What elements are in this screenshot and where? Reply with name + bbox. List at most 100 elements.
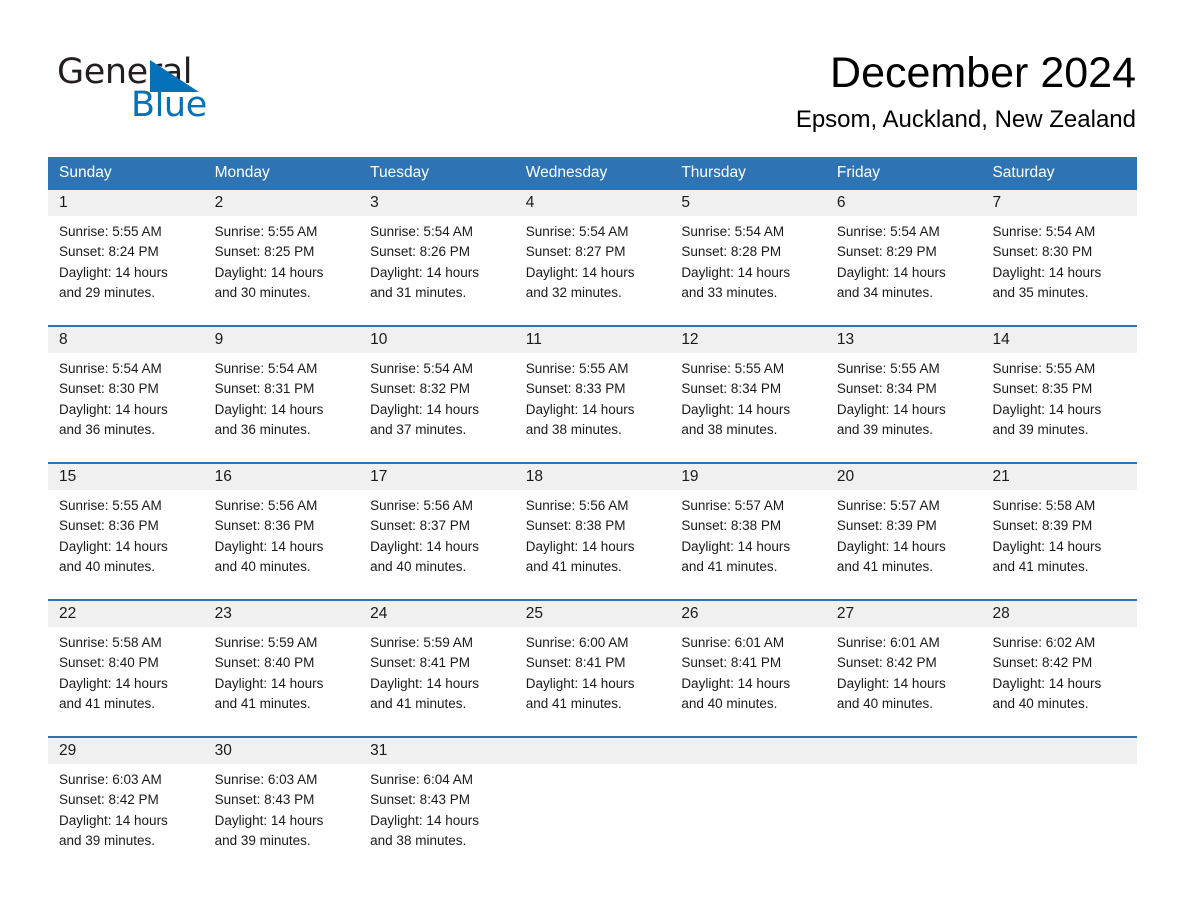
sunset-text: Sunset: 8:40 PM bbox=[214, 655, 315, 671]
day-number[interactable]: 8 bbox=[48, 327, 204, 353]
week-detail-band: Sunrise: 5:55 AM Sunset: 8:24 PM Dayligh… bbox=[48, 216, 1137, 325]
week-detail-band: Sunrise: 5:55 AM Sunset: 8:36 PM Dayligh… bbox=[48, 490, 1137, 599]
week-row: 8 9 10 11 12 13 14 Sunrise: 5:54 AM Suns… bbox=[48, 325, 1137, 462]
day-number[interactable]: 26 bbox=[670, 601, 826, 627]
sunset-text: Sunset: 8:34 PM bbox=[836, 381, 937, 397]
day-number[interactable]: 5 bbox=[670, 190, 826, 216]
daylight-text-line2: and 38 minutes. bbox=[370, 832, 467, 848]
sunset-text: Sunset: 8:42 PM bbox=[992, 655, 1093, 671]
sunrise-text: Sunrise: 5:56 AM bbox=[370, 498, 473, 513]
sunrise-text: Sunrise: 5:54 AM bbox=[525, 224, 629, 239]
day-number[interactable]: 3 bbox=[359, 190, 515, 216]
daylight-text-line2: and 41 minutes. bbox=[214, 695, 311, 711]
day-cell[interactable]: Sunrise: 5:54 AM Sunset: 8:26 PM Dayligh… bbox=[359, 216, 515, 325]
day-number[interactable]: 14 bbox=[981, 327, 1137, 353]
sunrise-text: Sunrise: 6:03 AM bbox=[59, 772, 162, 787]
day-number[interactable]: 7 bbox=[981, 190, 1137, 216]
day-number[interactable]: 23 bbox=[204, 601, 360, 627]
daylight-text-line1: Daylight: 14 hours bbox=[59, 812, 168, 828]
day-number[interactable]: 25 bbox=[515, 601, 671, 627]
day-number[interactable]: 1 bbox=[48, 190, 204, 216]
sunset-text: Sunset: 8:39 PM bbox=[836, 518, 937, 534]
day-number[interactable]: 6 bbox=[826, 190, 982, 216]
daylight-text-line2: and 36 minutes. bbox=[214, 421, 311, 437]
day-number[interactable]: 28 bbox=[981, 601, 1137, 627]
sunrise-text: Sunrise: 5:59 AM bbox=[214, 635, 318, 650]
day-cell[interactable]: Sunrise: 6:03 AM Sunset: 8:42 PM Dayligh… bbox=[48, 764, 204, 873]
day-cell[interactable]: Sunrise: 5:56 AM Sunset: 8:38 PM Dayligh… bbox=[515, 490, 671, 599]
sunrise-text: Sunrise: 5:54 AM bbox=[370, 224, 473, 239]
day-cell[interactable]: Sunrise: 6:01 AM Sunset: 8:42 PM Dayligh… bbox=[826, 627, 982, 736]
daylight-text-line2: and 31 minutes. bbox=[370, 284, 467, 300]
general-blue-logo[interactable]: General Blue bbox=[57, 52, 317, 130]
sunset-text: Sunset: 8:33 PM bbox=[525, 381, 626, 397]
day-cell[interactable]: Sunrise: 5:58 AM Sunset: 8:40 PM Dayligh… bbox=[48, 627, 204, 736]
day-number[interactable]: 2 bbox=[204, 190, 360, 216]
day-cell[interactable]: Sunrise: 5:54 AM Sunset: 8:28 PM Dayligh… bbox=[670, 216, 826, 325]
day-cell[interactable]: Sunrise: 5:55 AM Sunset: 8:34 PM Dayligh… bbox=[826, 353, 982, 462]
day-cell[interactable]: Sunrise: 5:55 AM Sunset: 8:34 PM Dayligh… bbox=[670, 353, 826, 462]
day-cell[interactable]: Sunrise: 6:04 AM Sunset: 8:43 PM Dayligh… bbox=[359, 764, 515, 873]
day-cell[interactable]: Sunrise: 5:54 AM Sunset: 8:30 PM Dayligh… bbox=[48, 353, 204, 462]
day-cell[interactable]: Sunrise: 5:57 AM Sunset: 8:38 PM Dayligh… bbox=[670, 490, 826, 599]
day-number[interactable]: 17 bbox=[359, 464, 515, 490]
week-detail-band: Sunrise: 5:58 AM Sunset: 8:40 PM Dayligh… bbox=[48, 627, 1137, 736]
day-number[interactable]: 13 bbox=[826, 327, 982, 353]
day-cell[interactable]: Sunrise: 5:59 AM Sunset: 8:41 PM Dayligh… bbox=[359, 627, 515, 736]
day-cell[interactable]: Sunrise: 6:03 AM Sunset: 8:43 PM Dayligh… bbox=[204, 764, 360, 873]
day-cell[interactable]: Sunrise: 5:54 AM Sunset: 8:30 PM Dayligh… bbox=[981, 216, 1137, 325]
sunset-text: Sunset: 8:25 PM bbox=[214, 244, 315, 260]
week-row: 15 16 17 18 19 20 21 Sunrise: 5:55 AM Su… bbox=[48, 462, 1137, 599]
sunset-text: Sunset: 8:38 PM bbox=[681, 518, 782, 534]
day-cell[interactable]: Sunrise: 6:01 AM Sunset: 8:41 PM Dayligh… bbox=[670, 627, 826, 736]
day-number[interactable]: 12 bbox=[670, 327, 826, 353]
day-cell[interactable]: Sunrise: 5:54 AM Sunset: 8:27 PM Dayligh… bbox=[515, 216, 671, 325]
day-cell[interactable]: Sunrise: 5:56 AM Sunset: 8:36 PM Dayligh… bbox=[204, 490, 360, 599]
day-cell[interactable]: Sunrise: 5:55 AM Sunset: 8:33 PM Dayligh… bbox=[515, 353, 671, 462]
day-number[interactable]: 31 bbox=[359, 738, 515, 764]
daylight-text-line2: and 40 minutes. bbox=[836, 695, 933, 711]
day-cell[interactable]: Sunrise: 5:55 AM Sunset: 8:35 PM Dayligh… bbox=[981, 353, 1137, 462]
sunset-text: Sunset: 8:43 PM bbox=[214, 792, 315, 808]
day-number[interactable]: 29 bbox=[48, 738, 204, 764]
day-cell[interactable]: Sunrise: 5:55 AM Sunset: 8:25 PM Dayligh… bbox=[204, 216, 360, 325]
daylight-text-line1: Daylight: 14 hours bbox=[992, 675, 1102, 691]
day-cell[interactable]: Sunrise: 5:55 AM Sunset: 8:24 PM Dayligh… bbox=[48, 216, 204, 325]
day-cell[interactable]: Sunrise: 5:54 AM Sunset: 8:31 PM Dayligh… bbox=[204, 353, 360, 462]
day-cell[interactable]: Sunrise: 5:59 AM Sunset: 8:40 PM Dayligh… bbox=[204, 627, 360, 736]
day-cell[interactable]: Sunrise: 5:58 AM Sunset: 8:39 PM Dayligh… bbox=[981, 490, 1137, 599]
day-number[interactable]: 10 bbox=[359, 327, 515, 353]
day-number[interactable]: 9 bbox=[204, 327, 360, 353]
day-cell-empty bbox=[826, 764, 982, 873]
day-number[interactable]: 30 bbox=[204, 738, 360, 764]
day-number[interactable]: 22 bbox=[48, 601, 204, 627]
sunset-text: Sunset: 8:41 PM bbox=[525, 655, 626, 671]
sunrise-text: Sunrise: 5:55 AM bbox=[681, 361, 785, 376]
week-detail-band: Sunrise: 5:54 AM Sunset: 8:30 PM Dayligh… bbox=[48, 353, 1137, 462]
day-cell[interactable]: Sunrise: 6:00 AM Sunset: 8:41 PM Dayligh… bbox=[515, 627, 671, 736]
sunrise-text: Sunrise: 5:58 AM bbox=[992, 498, 1096, 513]
day-cell[interactable]: Sunrise: 5:54 AM Sunset: 8:32 PM Dayligh… bbox=[359, 353, 515, 462]
daylight-text-line2: and 39 minutes. bbox=[214, 832, 311, 848]
day-number[interactable]: 21 bbox=[981, 464, 1137, 490]
daylight-text-line1: Daylight: 14 hours bbox=[59, 264, 168, 280]
day-number[interactable]: 18 bbox=[515, 464, 671, 490]
day-number[interactable]: 19 bbox=[670, 464, 826, 490]
week-daynum-band: 1 2 3 4 5 6 7 bbox=[48, 190, 1137, 216]
day-cell[interactable]: Sunrise: 5:56 AM Sunset: 8:37 PM Dayligh… bbox=[359, 490, 515, 599]
day-number[interactable]: 27 bbox=[826, 601, 982, 627]
day-number[interactable]: 4 bbox=[515, 190, 671, 216]
day-cell[interactable]: Sunrise: 5:54 AM Sunset: 8:29 PM Dayligh… bbox=[826, 216, 982, 325]
daylight-text-line2: and 39 minutes. bbox=[59, 832, 156, 848]
day-cell[interactable]: Sunrise: 6:02 AM Sunset: 8:42 PM Dayligh… bbox=[981, 627, 1137, 736]
day-number[interactable]: 15 bbox=[48, 464, 204, 490]
day-number[interactable]: 24 bbox=[359, 601, 515, 627]
sunrise-text: Sunrise: 5:59 AM bbox=[370, 635, 473, 650]
sunset-text: Sunset: 8:24 PM bbox=[59, 244, 159, 260]
day-cell[interactable]: Sunrise: 5:57 AM Sunset: 8:39 PM Dayligh… bbox=[826, 490, 982, 599]
day-number[interactable]: 20 bbox=[826, 464, 982, 490]
daylight-text-line2: and 40 minutes. bbox=[214, 558, 311, 574]
day-number[interactable]: 11 bbox=[515, 327, 671, 353]
day-cell[interactable]: Sunrise: 5:55 AM Sunset: 8:36 PM Dayligh… bbox=[48, 490, 204, 599]
day-number[interactable]: 16 bbox=[204, 464, 360, 490]
